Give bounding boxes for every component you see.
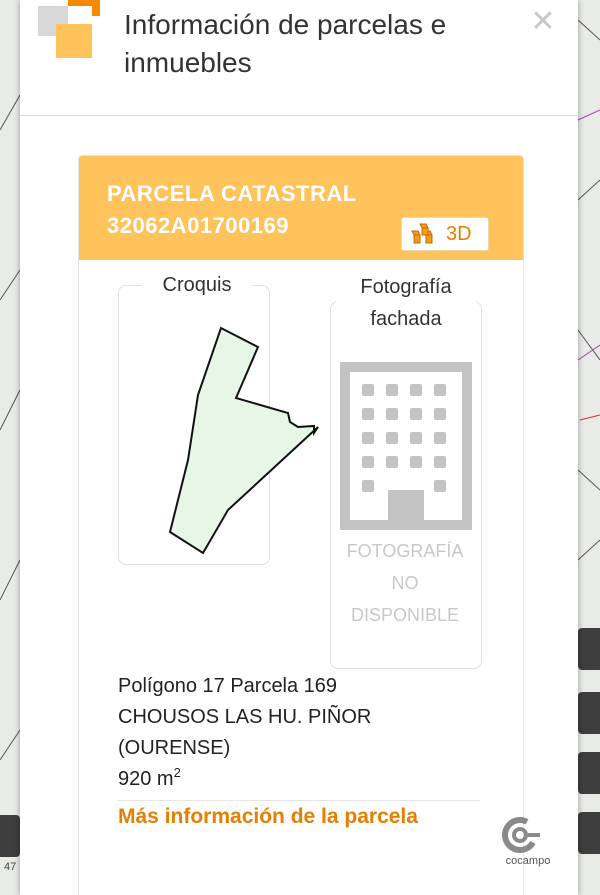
photo-label: Fotografía fachada — [336, 271, 476, 335]
panel-title: Información de parcelas e inmuebles — [124, 9, 447, 78]
map-control-3[interactable] — [578, 752, 600, 794]
more-info-link[interactable]: Más información de la parcela — [118, 801, 438, 833]
photo-unavailable-line-3: DISPONIBLE — [350, 605, 460, 625]
address-line-3: (OURENSE) — [118, 737, 231, 759]
area-unit-exponent: 2 — [173, 765, 181, 780]
address-line-2: CHOUSOS LAS HU. PIÑOR — [118, 706, 372, 728]
map-control-2[interactable] — [578, 692, 600, 734]
map-coordinate-label: 47 — [4, 861, 16, 873]
cocampo-logo-text: cocampo — [505, 855, 551, 867]
map-control-1[interactable] — [578, 628, 600, 670]
close-icon[interactable]: ✕ — [528, 4, 558, 40]
photo-unavailable-text: FOTOGRAFÍA NO DISPONIBLE — [336, 535, 474, 631]
map-control-left[interactable] — [0, 815, 20, 857]
address-line-1: Polígono 17 Parcela 169 — [118, 675, 338, 697]
parcel-area: 920 m2 — [118, 764, 498, 795]
parcel-sketch-shape[interactable] — [118, 285, 328, 565]
panel-header: Información de parcelas e inmuebles ✕ — [20, 0, 578, 116]
map-control-4[interactable] — [578, 812, 600, 854]
building-icon — [340, 362, 472, 530]
parcel-info-panel: Información de parcelas e inmuebles ✕ PA… — [20, 0, 578, 895]
parcel-card-body: Croquis Fotografía fachada FOTOGRAFÍA NO… — [78, 155, 550, 895]
squares-logo-icon — [38, 0, 100, 58]
area-value: 920 m — [118, 768, 174, 790]
photo-unavailable-line-1: FOTOGRAFÍA — [346, 541, 464, 561]
parcel-address: Polígono 17 Parcela 169 CHOUSOS LAS HU. … — [118, 671, 498, 795]
photo-unavailable-line-2: NO — [391, 573, 419, 593]
